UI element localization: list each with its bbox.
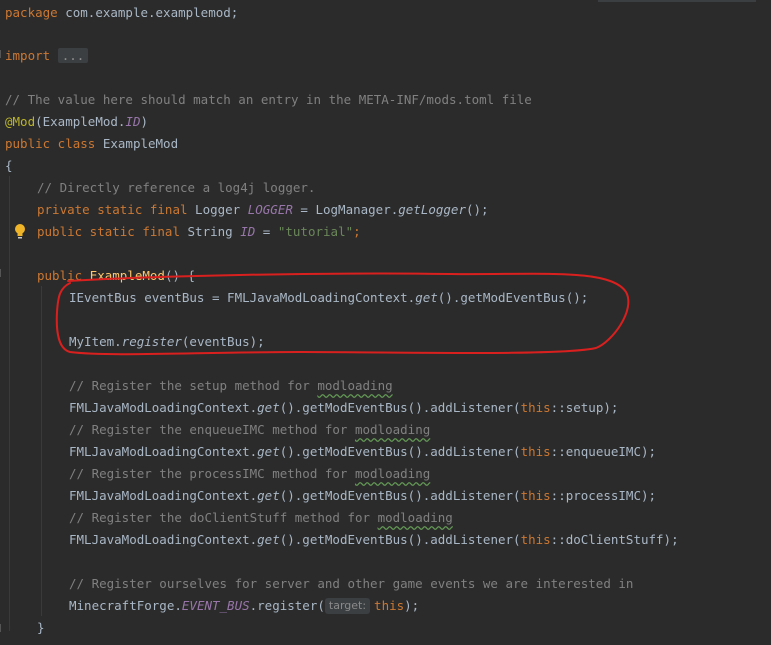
comment-line: // Register the setup method for modload… bbox=[69, 375, 393, 397]
code-text: ().getModEventBus().addListener( bbox=[279, 532, 521, 547]
keyword: private static final bbox=[37, 202, 188, 217]
package-name: com.example.examplemod; bbox=[57, 5, 239, 20]
comment-line: // Register the enqueueIMC method for mo… bbox=[69, 419, 430, 441]
static-field: ID bbox=[125, 114, 141, 129]
static-method: get bbox=[257, 488, 280, 503]
code-text: ); bbox=[404, 598, 420, 613]
method-ref: ::setup); bbox=[550, 400, 619, 415]
static-field: EVENT_BUS bbox=[181, 598, 250, 613]
code-line-eventbus[interactable]: IEventBus eventBus = FMLJavaModLoadingCo… bbox=[69, 287, 588, 309]
static-field: LOGGER bbox=[247, 202, 293, 217]
comment-line: // Register ourselves for server and oth… bbox=[69, 576, 634, 591]
close-brace: } bbox=[37, 620, 45, 635]
code-line-listener-process[interactable]: FMLJavaModLoadingContext.get().getModEve… bbox=[69, 485, 656, 507]
code-text: ().getModEventBus().addListener( bbox=[279, 400, 521, 415]
static-method: get bbox=[415, 290, 438, 305]
code-text: ().getModEventBus().addListener( bbox=[279, 444, 521, 459]
static-method: getLogger bbox=[398, 202, 466, 217]
keyword: this bbox=[374, 598, 405, 613]
comment-line: // Register the processIMC method for mo… bbox=[69, 463, 430, 485]
static-method: register bbox=[121, 334, 182, 349]
paren: ) bbox=[140, 114, 149, 129]
code-editor[interactable]: package com.example.examplemod; import .… bbox=[0, 0, 771, 645]
code-line-annotation[interactable]: @Mod(ExampleMod.ID) bbox=[5, 111, 148, 133]
code-line-logger[interactable]: private static final Logger LOGGER = Log… bbox=[37, 199, 489, 221]
class-name: ExampleMod bbox=[95, 136, 179, 151]
comment-text: // Register the processIMC method for bbox=[69, 466, 355, 481]
comment-line: // The value here should match an entry … bbox=[5, 92, 532, 107]
type-name: String bbox=[180, 224, 241, 239]
keyword: this bbox=[520, 488, 551, 503]
method-ref: ::enqueueIMC); bbox=[550, 444, 657, 459]
code-line-class[interactable]: public class ExampleMod bbox=[5, 133, 178, 155]
keyword: this bbox=[520, 532, 551, 547]
keyword: import bbox=[5, 48, 51, 63]
fold-marker[interactable] bbox=[0, 269, 5, 277]
indent-guide bbox=[9, 176, 10, 631]
code-line-package[interactable]: package com.example.examplemod; bbox=[5, 2, 238, 24]
keyword: this bbox=[520, 400, 551, 415]
open-brace: { bbox=[5, 158, 13, 173]
method-ref: ::processIMC); bbox=[550, 488, 657, 503]
keyword: public bbox=[37, 268, 83, 283]
type-name: Logger bbox=[187, 202, 248, 217]
typo-word: modloading bbox=[354, 422, 431, 437]
code-text: (); bbox=[465, 202, 489, 217]
constructor-name: ExampleMod bbox=[89, 268, 165, 283]
code-line-listener-setup[interactable]: FMLJavaModLoadingContext.get().getModEve… bbox=[69, 397, 618, 419]
code-text: MyItem. bbox=[69, 334, 122, 349]
string-literal: "tutorial" bbox=[277, 224, 354, 239]
typo-word: modloading bbox=[317, 378, 393, 393]
code-line-constructor[interactable]: public ExampleMod() { bbox=[37, 265, 195, 287]
annotation: @Mod bbox=[5, 114, 36, 129]
code-text: (eventBus); bbox=[181, 334, 265, 349]
static-method: get bbox=[257, 400, 280, 415]
keyword: package bbox=[5, 5, 58, 20]
annotation-arg: (ExampleMod. bbox=[35, 114, 126, 129]
code-line-myitem[interactable]: MyItem.register(eventBus); bbox=[69, 331, 265, 353]
code-line-forge-register[interactable]: MinecraftForge.EVENT_BUS.register(target… bbox=[69, 595, 419, 617]
comment-text: // Register the doClientStuff method for bbox=[69, 510, 378, 525]
editor-top-bar bbox=[598, 0, 756, 2]
code-text: FMLJavaModLoadingContext. bbox=[69, 532, 258, 547]
code-text: ().getModEventBus().addListener( bbox=[279, 488, 521, 503]
fold-marker[interactable] bbox=[0, 624, 5, 632]
code-line-id[interactable]: public static final String ID = "tutoria… bbox=[37, 221, 361, 243]
code-text: FMLJavaModLoadingContext. bbox=[69, 400, 258, 415]
comment-line: // Register the doClientStuff method for… bbox=[69, 507, 453, 529]
comment-line: // Directly reference a log4j logger. bbox=[37, 180, 316, 195]
intention-bulb-icon[interactable] bbox=[13, 223, 27, 241]
comment-text: // Register the setup method for bbox=[69, 378, 318, 393]
semicolon: ; bbox=[353, 224, 361, 239]
code-text: .register( bbox=[249, 598, 325, 613]
code-text: () { bbox=[164, 268, 196, 283]
keyword: this bbox=[520, 444, 551, 459]
static-method: get bbox=[257, 444, 280, 459]
static-method: get bbox=[257, 532, 280, 547]
code-line-listener-client[interactable]: FMLJavaModLoadingContext.get().getModEve… bbox=[69, 529, 679, 551]
code-text: FMLJavaModLoadingContext. bbox=[69, 488, 258, 503]
import-fold-chip[interactable]: ... bbox=[57, 48, 89, 63]
code-text: = LogManager. bbox=[292, 202, 399, 217]
comment-text: // Register the enqueueIMC method for bbox=[69, 422, 355, 437]
code-text: IEventBus eventBus = FMLJavaModLoadingCo… bbox=[69, 290, 416, 305]
indent-guide bbox=[41, 286, 42, 616]
method-ref: ::doClientStuff); bbox=[550, 532, 679, 547]
typo-word: modloading bbox=[354, 466, 431, 481]
typo-word: modloading bbox=[377, 510, 453, 525]
code-text: = bbox=[255, 224, 278, 239]
keyword: public static final bbox=[37, 224, 180, 239]
code-text: FMLJavaModLoadingContext. bbox=[69, 444, 258, 459]
keyword: public class bbox=[5, 136, 96, 151]
code-text: ().getModEventBus(); bbox=[437, 290, 589, 305]
static-field: ID bbox=[240, 224, 256, 239]
code-line-listener-enqueue[interactable]: FMLJavaModLoadingContext.get().getModEve… bbox=[69, 441, 656, 463]
code-line-import[interactable]: import ... bbox=[5, 45, 89, 67]
code-text: MinecraftForge. bbox=[69, 598, 182, 613]
parameter-hint: target: bbox=[324, 598, 371, 614]
